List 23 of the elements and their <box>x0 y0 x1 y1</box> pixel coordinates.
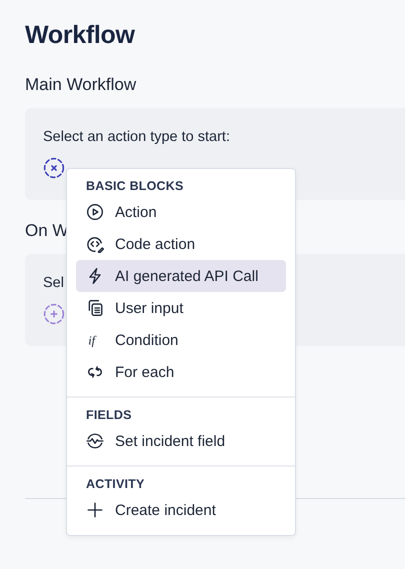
pulse-circle-icon <box>86 432 104 450</box>
menu-item[interactable]: User input <box>76 292 286 324</box>
menu-item[interactable]: Set incident field <box>76 425 286 457</box>
menu-item[interactable]: Code action <box>76 228 286 260</box>
section-prompt: Select an action type to start: <box>43 128 230 147</box>
play-circle-icon <box>86 203 104 221</box>
add-circle-icon[interactable] <box>43 303 65 325</box>
menu-item[interactable]: Action <box>76 196 286 228</box>
page-title: Workflow <box>25 20 135 50</box>
section-heading: Main Workflow <box>25 74 136 96</box>
section-prompt: Sel <box>43 274 64 293</box>
menu-group-heading: BASIC BLOCKS <box>86 179 184 193</box>
stacked-document-icon <box>86 299 104 317</box>
menu-group-heading: FIELDS <box>86 408 132 422</box>
menu-item[interactable]: if Condition <box>76 324 286 356</box>
menu-group-heading: ACTIVITY <box>86 477 145 491</box>
menu-item[interactable]: For each <box>76 356 286 388</box>
plus-icon <box>86 501 104 519</box>
menu-item[interactable]: AI generated API Call <box>76 260 286 292</box>
if-icon: if <box>86 331 104 349</box>
code-circle-icon <box>86 235 104 253</box>
menu-item[interactable]: Create incident <box>76 494 286 526</box>
close-circle-icon[interactable] <box>43 157 65 179</box>
